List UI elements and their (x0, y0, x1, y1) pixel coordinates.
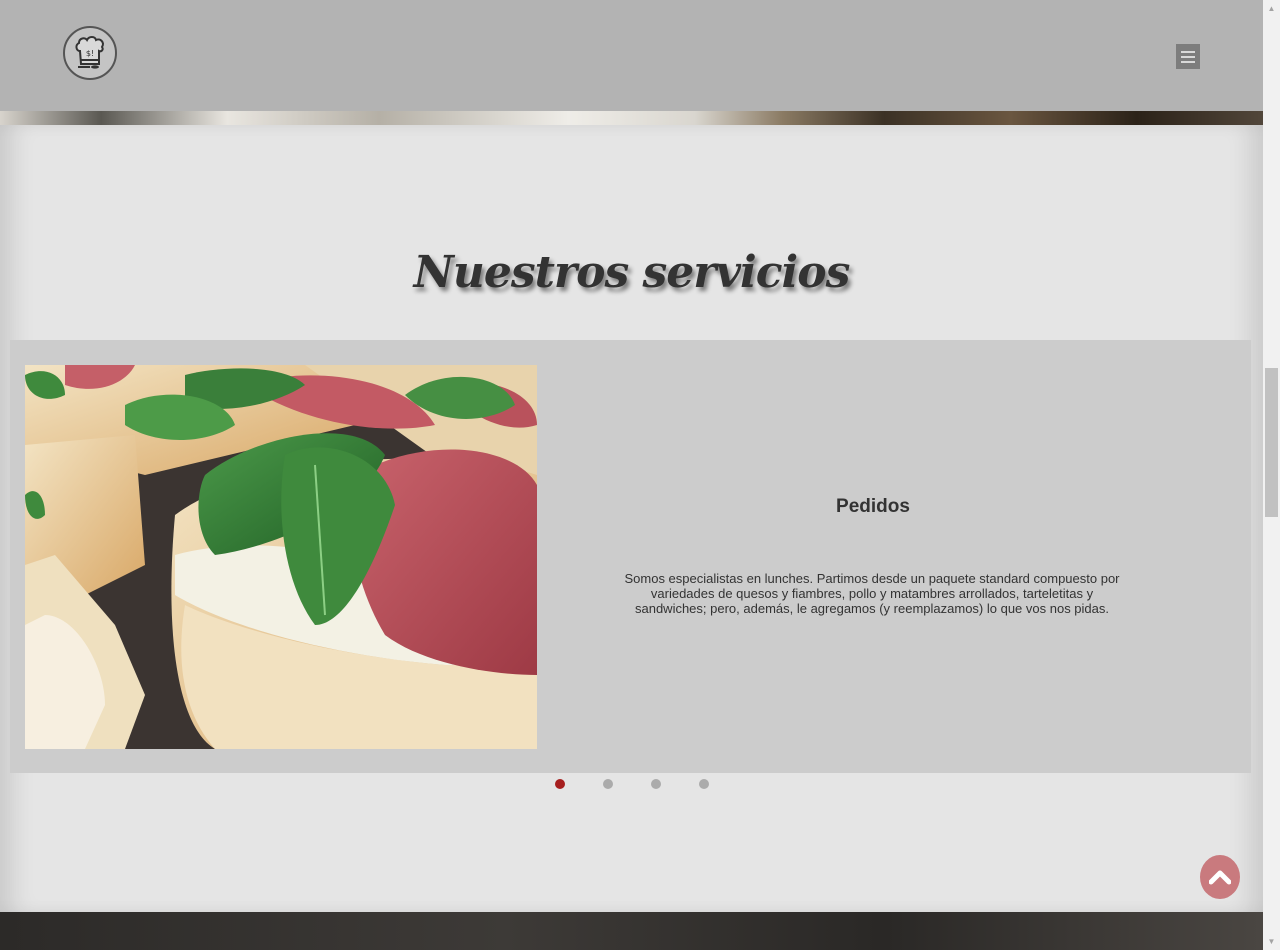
scroll-to-top-button[interactable] (1200, 855, 1240, 899)
site-header: $! (0, 0, 1263, 111)
menu-button[interactable] (1176, 44, 1200, 69)
services-slider[interactable]: Pedidos Somos especialistas en lunches. … (10, 340, 1251, 773)
next-section-strip (0, 912, 1263, 950)
vertical-scrollbar[interactable]: ▲ ▼ (1263, 0, 1280, 950)
logo-text: $! (86, 49, 94, 58)
section-title: Nuestros servicios (413, 247, 851, 298)
food-photo (25, 365, 537, 749)
page: $! Nuestros servicios Pedidos Somos espe… (0, 0, 1280, 950)
scrollbar-thumb[interactable] (1265, 368, 1278, 517)
slider-dot-1[interactable] (555, 779, 565, 789)
slider-dots (0, 779, 1263, 791)
chevron-up-icon (1209, 870, 1231, 885)
slide-heading: Pedidos (836, 496, 910, 517)
chef-hat-icon: $! (75, 36, 104, 69)
slider-dot-4[interactable] (699, 779, 709, 789)
scroll-down-arrow-icon[interactable]: ▼ (1263, 933, 1280, 950)
slide-image (25, 365, 537, 749)
hamburger-icon (1181, 50, 1195, 53)
slider-dot-3[interactable] (651, 779, 661, 789)
slider-dot-2[interactable] (603, 779, 613, 789)
hero-image-strip (0, 111, 1263, 125)
scroll-up-arrow-icon[interactable]: ▲ (1263, 0, 1280, 17)
slide-description: Somos especialistas en lunches. Partimos… (624, 571, 1120, 616)
services-section: Nuestros servicios Pedidos Somos especia… (0, 125, 1263, 912)
logo[interactable]: $! (63, 26, 117, 80)
